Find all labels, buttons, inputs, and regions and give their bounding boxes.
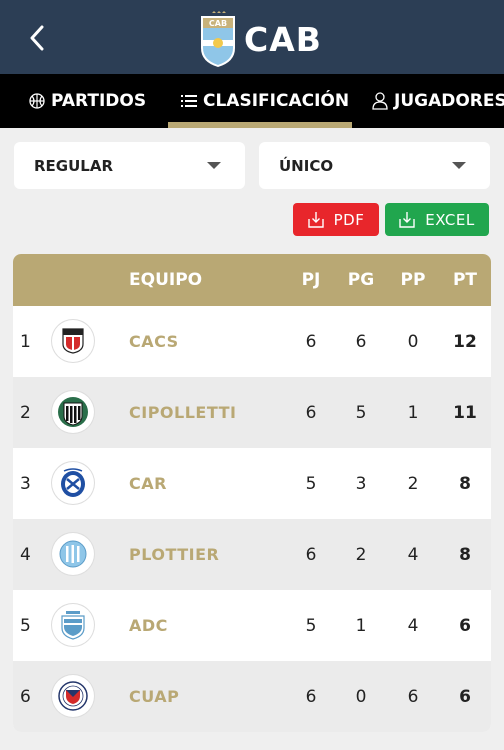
active-tab-indicator	[168, 122, 352, 128]
team-name[interactable]: PLOTTIER	[129, 519, 219, 590]
brand-name: CAB	[244, 19, 322, 59]
position: 3	[20, 473, 31, 494]
table-row[interactable]: 2 CIPOLLETTI 6 5 1 11	[13, 377, 491, 448]
team-name[interactable]: CIPOLLETTI	[129, 377, 237, 448]
tab-partidos[interactable]: PARTIDOS	[29, 74, 146, 128]
points: 6	[459, 686, 471, 707]
group-select-value: ÚNICO	[279, 156, 334, 175]
won: 5	[355, 402, 367, 423]
team-name[interactable]: CAR	[129, 448, 167, 519]
list-icon	[181, 94, 197, 108]
position: 2	[20, 402, 31, 423]
team-name[interactable]: CUAP	[129, 661, 179, 732]
tab-label: JUGADORES	[394, 91, 504, 111]
team-crest-icon	[52, 320, 94, 362]
points: 8	[459, 473, 471, 494]
points: 6	[459, 615, 471, 636]
table-row[interactable]: 3 CAR 5 3 2 8	[13, 448, 491, 519]
back-button[interactable]	[22, 22, 52, 54]
team-name[interactable]: ADC	[129, 590, 168, 661]
won: 6	[355, 331, 367, 352]
header-team[interactable]: EQUIPO	[129, 254, 202, 306]
download-icon	[307, 211, 324, 228]
tab-jugadores[interactable]: JUGADORES	[372, 74, 504, 128]
brand: CAB CAB	[198, 10, 322, 68]
logo-text: CAB	[209, 19, 227, 28]
played: 6	[305, 331, 317, 352]
table-row[interactable]: 5 ADC 5 1 4 6	[13, 590, 491, 661]
lost: 4	[407, 544, 419, 565]
points: 12	[453, 331, 477, 352]
played: 6	[305, 544, 317, 565]
lost: 2	[407, 473, 419, 494]
won: 3	[355, 473, 367, 494]
user-icon	[372, 92, 388, 110]
table-row[interactable]: 1 CACS 6 6 0 12	[13, 306, 491, 377]
position: 4	[20, 544, 31, 565]
team-crest-icon	[52, 391, 94, 433]
phase-select-value: REGULAR	[34, 156, 114, 175]
caret-down-icon	[452, 162, 466, 169]
caret-down-icon	[207, 162, 221, 169]
team-crest-icon	[52, 604, 94, 646]
won: 1	[355, 615, 367, 636]
lost: 4	[407, 615, 419, 636]
team-name[interactable]: CACS	[129, 306, 179, 377]
played: 5	[305, 473, 317, 494]
app-header: CAB CAB	[0, 0, 504, 74]
export-pdf-label: PDF	[333, 210, 365, 229]
won: 0	[355, 686, 367, 707]
header-pg[interactable]: PG	[346, 254, 376, 306]
position: 1	[20, 331, 31, 352]
phase-select[interactable]: REGULAR	[14, 142, 245, 189]
tab-clasificacion[interactable]: CLASIFICACIÓN	[181, 74, 349, 128]
group-select[interactable]: ÚNICO	[259, 142, 490, 189]
standings-table: EQUIPO PJ PG PP PT 1 CACS 6 6 0 12 2 CIP…	[13, 254, 491, 732]
played: 5	[305, 615, 317, 636]
lost: 6	[407, 686, 419, 707]
position: 5	[20, 615, 31, 636]
played: 6	[305, 686, 317, 707]
basketball-icon	[29, 93, 45, 109]
tab-label: CLASIFICACIÓN	[203, 91, 350, 111]
cab-logo: CAB	[201, 11, 235, 67]
tab-label: PARTIDOS	[51, 91, 147, 111]
points: 8	[459, 544, 471, 565]
header-pp[interactable]: PP	[398, 254, 428, 306]
table-row[interactable]: 6 CUAP 6 0 6 6	[13, 661, 491, 732]
header-pj[interactable]: PJ	[296, 254, 326, 306]
points: 11	[453, 402, 477, 423]
played: 6	[305, 402, 317, 423]
lost: 0	[407, 331, 419, 352]
export-pdf-button[interactable]: PDF	[293, 203, 379, 236]
position: 6	[20, 686, 31, 707]
team-crest-icon	[52, 533, 94, 575]
chevron-left-icon	[30, 25, 44, 51]
tab-bar: PARTIDOS CLASIFICACIÓN JUGADORES	[0, 74, 504, 128]
header-pt[interactable]: PT	[450, 254, 480, 306]
won: 2	[355, 544, 367, 565]
export-excel-button[interactable]: EXCEL	[385, 203, 489, 236]
lost: 1	[407, 402, 419, 423]
download-icon	[399, 211, 415, 228]
team-crest-icon	[52, 462, 94, 504]
team-crest-icon	[52, 675, 94, 717]
table-row[interactable]: 4 PLOTTIER 6 2 4 8	[13, 519, 491, 590]
table-header: EQUIPO PJ PG PP PT	[13, 254, 491, 306]
export-excel-label: EXCEL	[425, 210, 475, 229]
